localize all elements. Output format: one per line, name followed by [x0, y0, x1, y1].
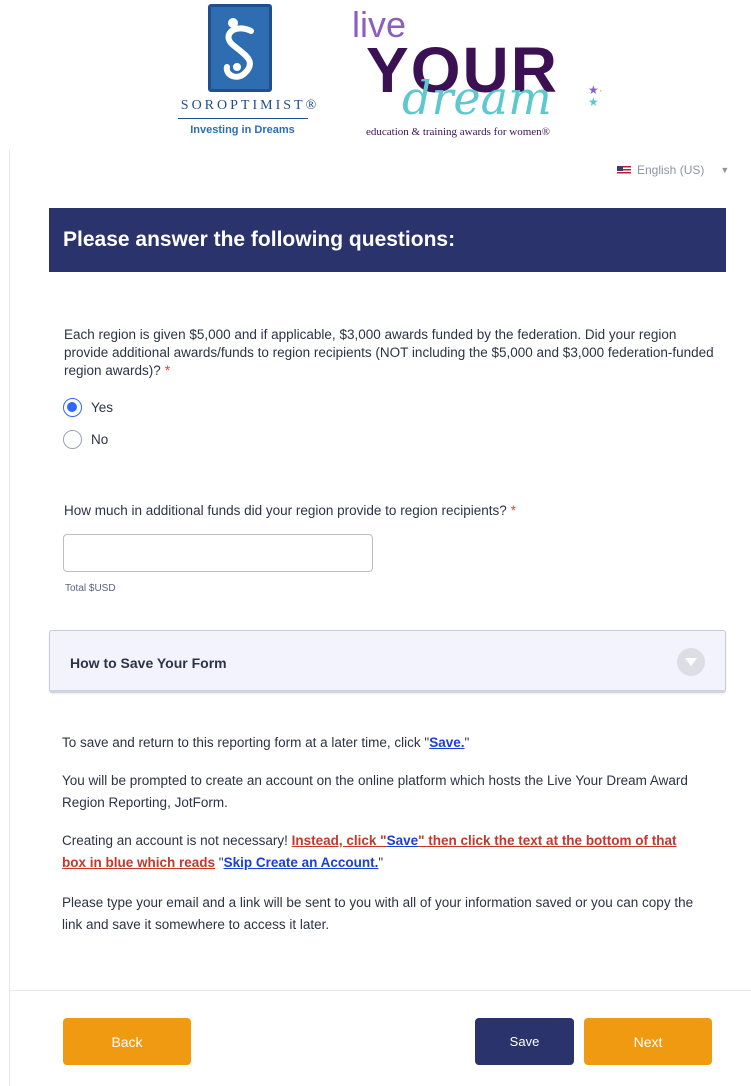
form-card: [9, 150, 751, 1086]
logo-dream-text: dream: [402, 71, 552, 125]
how-to-save-collapse[interactable]: How to Save Your Form: [49, 630, 726, 693]
soroptimist-s-icon: [208, 4, 272, 92]
section-header: Please answer the following questions:: [49, 208, 726, 272]
info-text: To save and return to this reporting for…: [62, 735, 430, 750]
radio-option-no[interactable]: No: [63, 430, 108, 449]
logo-header: SOROPTIMIST® Investing in Dreams live YO…: [0, 0, 751, 150]
info-paragraph-save: To save and return to this reporting for…: [62, 732, 702, 754]
save-button[interactable]: Save: [475, 1018, 574, 1065]
required-mark: *: [164, 363, 171, 378]
question-additional-awards: Each region is given $5,000 and if appli…: [64, 326, 714, 380]
info-text: ": [378, 855, 384, 870]
chevron-down-icon[interactable]: [677, 648, 705, 676]
section-title: Please answer the following questions:: [63, 228, 456, 251]
radio-label-yes: Yes: [91, 400, 114, 415]
live-your-dream-logo: live YOUR dream ★· ★ education & training…: [352, 4, 622, 146]
info-paragraph-account: You will be prompted to create an accoun…: [62, 773, 688, 810]
info-paragraph-email: Please type your email and a link will b…: [62, 895, 694, 932]
us-flag-icon: [617, 165, 631, 175]
radio-button-yes[interactable]: [63, 398, 82, 417]
funds-sublabel: Total $USD: [65, 583, 116, 594]
info-text: Instead, click ": [291, 833, 387, 848]
radio-label-no: No: [91, 432, 109, 447]
info-paragraph-skip: Creating an account is not necessary! In…: [62, 830, 702, 874]
question-text: Each region is given $5,000 and if appli…: [64, 327, 714, 378]
language-label: English (US): [637, 163, 705, 177]
back-button[interactable]: Back: [63, 1018, 191, 1065]
question-additional-funds: How much in additional funds did your re…: [64, 502, 714, 520]
logo-tagline: education & training awards for women®: [366, 126, 550, 138]
radio-button-no[interactable]: [63, 430, 82, 449]
skip-create-account-link[interactable]: Skip Create an Account.: [224, 855, 379, 870]
soroptimist-tagline: Investing in Dreams: [190, 124, 295, 136]
save-link[interactable]: Save.: [429, 735, 464, 750]
soroptimist-divider: [178, 118, 308, 119]
soroptimist-logo: SOROPTIMIST® Investing in Dreams: [160, 4, 340, 144]
language-selector[interactable]: English (US) ▼: [617, 163, 729, 177]
caret-down-icon: ▼: [720, 165, 730, 175]
stars-icon: ★· ★: [588, 83, 603, 109]
save-link[interactable]: Save: [387, 833, 419, 848]
info-text: ": [215, 855, 224, 870]
info-text: ": [464, 735, 470, 750]
collapse-title: How to Save Your Form: [70, 655, 227, 671]
info-text: Creating an account is not necessary!: [62, 833, 292, 848]
radio-option-yes[interactable]: Yes: [63, 398, 113, 417]
next-button[interactable]: Next: [584, 1018, 712, 1065]
additional-funds-input[interactable]: [63, 534, 373, 572]
soroptimist-wordmark: SOROPTIMIST®: [180, 98, 320, 113]
required-mark: *: [510, 503, 517, 518]
footer-divider: [9, 990, 751, 991]
question-text: How much in additional funds did your re…: [64, 503, 507, 518]
